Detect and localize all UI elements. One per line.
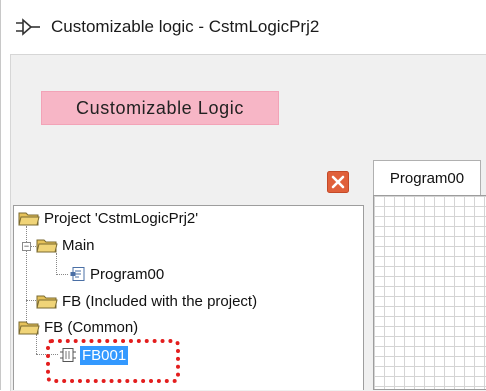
customizable-logic-banner: Customizable Logic — [41, 91, 279, 125]
tree-item-label: FB (Included with the project) — [62, 292, 258, 310]
folder-icon — [18, 321, 40, 335]
logic-plug-icon — [16, 18, 40, 36]
tree-connector — [56, 274, 68, 275]
tab-label: Program00 — [389, 170, 465, 187]
tree-item-label: Program00 — [90, 265, 165, 283]
tree-item-program00[interactable]: Program00 — [70, 263, 164, 285]
window-title: Customizable logic - CstmLogicPrj2 — [51, 17, 320, 36]
program-icon — [70, 267, 85, 281]
tree-connector — [56, 253, 57, 275]
highlight-box — [46, 339, 180, 383]
folder-icon — [36, 239, 58, 253]
close-icon[interactable] — [327, 171, 349, 193]
folder-icon — [18, 212, 40, 226]
app-window: Customizable logic - CstmLogicPrj2 Custo… — [0, 0, 486, 391]
tree-item-label: Project 'CstmLogicPrj2' — [44, 209, 199, 227]
tree-connector — [26, 300, 36, 301]
tree-item-label: FB (Common) — [44, 318, 139, 336]
tree-item-main[interactable]: Main — [36, 234, 95, 256]
tab-program00[interactable]: Program00 — [373, 160, 481, 196]
tree-item-fb-common[interactable]: FB (Common) — [18, 316, 138, 338]
banner-label: Customizable Logic — [76, 97, 244, 118]
folder-icon — [36, 295, 58, 309]
editor-tab-strip: Program00 — [367, 160, 486, 196]
tree-item-label: Main — [62, 236, 95, 254]
title-bar: Customizable logic - CstmLogicPrj2 — [1, 0, 486, 54]
expand-toggle[interactable]: − — [22, 242, 31, 251]
program-editor-grid[interactable] — [373, 195, 486, 390]
tree-item-project[interactable]: Project 'CstmLogicPrj2' — [18, 207, 198, 229]
tree-item-fb-included[interactable]: FB (Included with the project) — [36, 290, 257, 312]
